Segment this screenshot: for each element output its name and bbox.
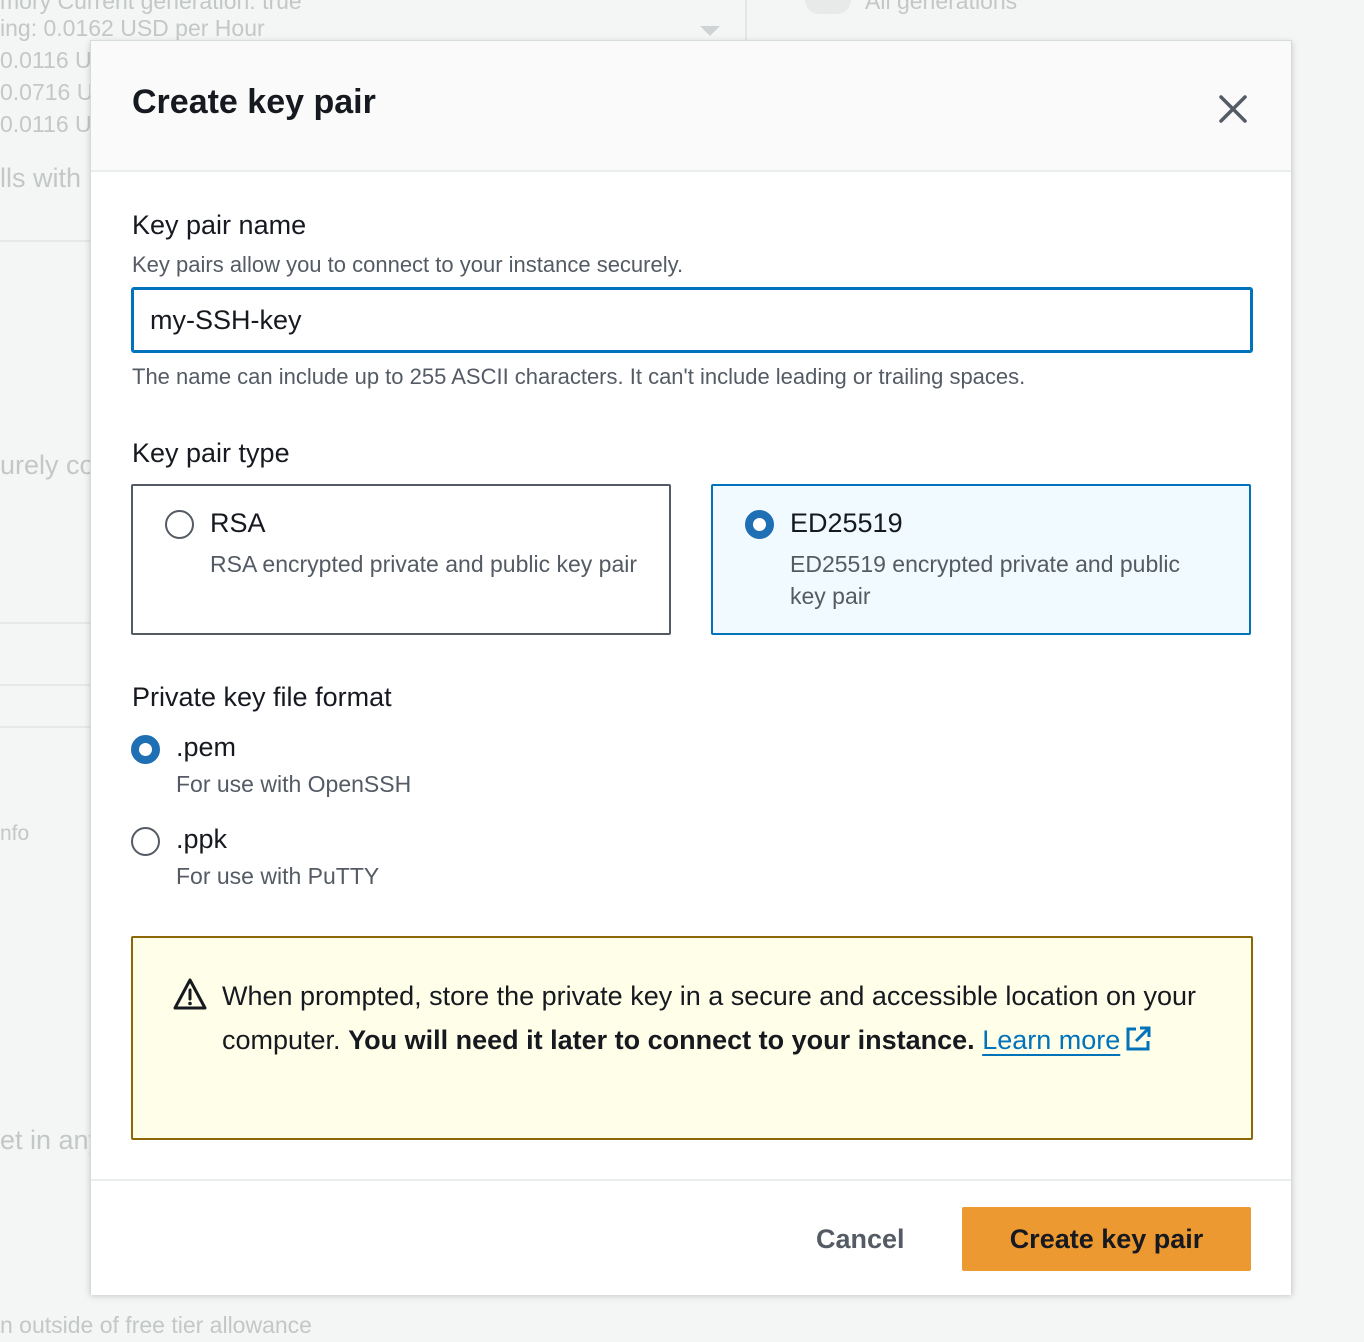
- rsa-radio[interactable]: [165, 510, 194, 539]
- background-text: 0.0116 U: [0, 111, 92, 137]
- background-chevron-icon: [700, 26, 720, 36]
- background-text: lls with: [0, 163, 82, 193]
- modal-header: Create key pair: [91, 41, 1291, 172]
- background-divider: [0, 684, 92, 686]
- background-text: et in any: [0, 1125, 103, 1155]
- modal-footer: Cancel Create key pair: [91, 1179, 1291, 1295]
- key-pair-name-constraint: The name can include up to 255 ASCII cha…: [132, 364, 1026, 389]
- alert-message: When prompted, store the private key in …: [222, 974, 1212, 1062]
- warning-alert: When prompted, store the private key in …: [131, 936, 1253, 1140]
- learn-more-link[interactable]: Learn more: [982, 1025, 1152, 1055]
- cancel-button[interactable]: Cancel: [796, 1207, 925, 1271]
- background-text: 0.0116 U: [0, 47, 92, 73]
- background-text: urely co: [0, 450, 95, 480]
- key-pair-name-description: Key pairs allow you to connect to your i…: [132, 252, 684, 277]
- format-title: .ppk: [176, 824, 228, 854]
- key-pair-name-input[interactable]: [131, 287, 1253, 353]
- tile-description: ED25519 encrypted private and public key…: [790, 551, 1180, 609]
- background-divider: [0, 622, 92, 624]
- create-key-pair-button[interactable]: Create key pair: [962, 1207, 1251, 1271]
- background-text: ing: 0.0162 USD per Hour: [0, 15, 265, 41]
- key-type-tile-ed25519[interactable]: ED25519 ED25519 encrypted private and pu…: [711, 484, 1251, 635]
- alert-bold-text: You will need it later to connect to you…: [348, 1025, 975, 1055]
- background-text: mory Current generation: true: [0, 0, 302, 14]
- background-text: nfo: [0, 822, 30, 845]
- key-type-tile-rsa[interactable]: RSA RSA encrypted private and public key…: [131, 484, 671, 635]
- ppk-radio[interactable]: [131, 827, 160, 856]
- close-button[interactable]: [1209, 85, 1257, 133]
- tile-title: RSA: [210, 508, 266, 538]
- warning-icon: [173, 978, 207, 1010]
- private-key-format-label: Private key file format: [132, 682, 392, 712]
- tile-title: ED25519: [790, 508, 903, 538]
- background-text: 0.0716 U: [0, 79, 94, 105]
- background-text: n outside of free tier allowance: [0, 1312, 312, 1338]
- close-icon: [1219, 95, 1247, 123]
- tile-description: RSA encrypted private and public key pai…: [210, 551, 638, 577]
- format-description: For use with OpenSSH: [176, 771, 412, 797]
- pem-radio[interactable]: [131, 735, 160, 764]
- format-title: .pem: [176, 732, 237, 762]
- modal-title: Create key pair: [132, 83, 376, 121]
- background-divider: [0, 240, 92, 242]
- format-description: For use with PuTTY: [176, 863, 380, 889]
- key-pair-name-label: Key pair name: [132, 210, 307, 240]
- background-toggle: [805, 0, 851, 14]
- ed25519-radio[interactable]: [745, 510, 774, 539]
- background-text: All generations: [865, 0, 1018, 14]
- external-link-icon: [1126, 1026, 1151, 1051]
- background-divider: [0, 726, 92, 728]
- create-key-pair-dialog: Create key pair Key pair name Key pairs …: [90, 40, 1292, 1295]
- key-pair-type-label: Key pair type: [132, 438, 290, 468]
